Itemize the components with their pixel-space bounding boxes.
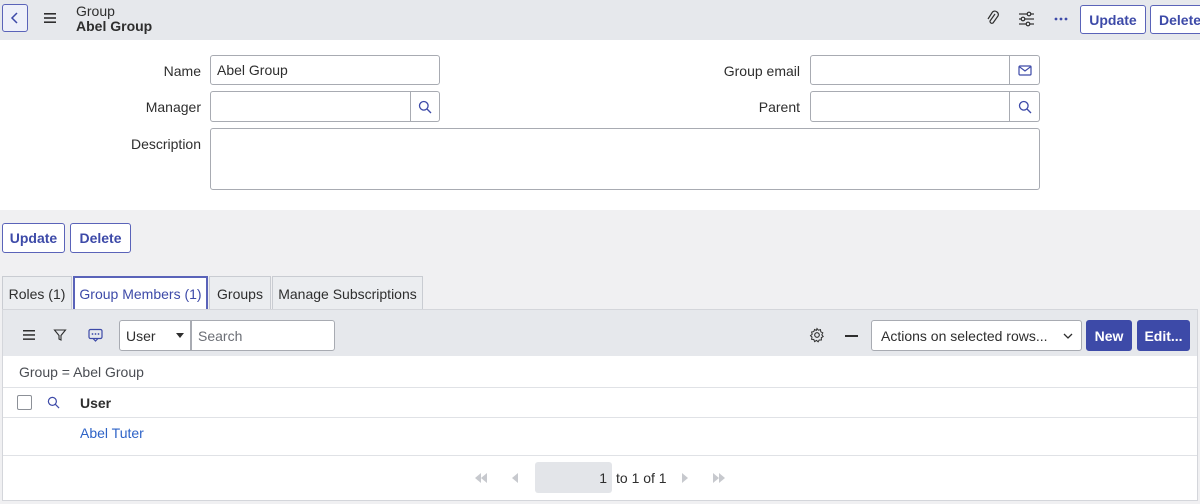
search-field-value: User [126,327,156,344]
personalize-form-icon[interactable] [1018,11,1035,27]
search-field-select[interactable]: User [119,320,191,351]
delete-button[interactable]: Delete [70,223,131,253]
new-button[interactable]: New [1086,320,1132,351]
list-menu-icon[interactable] [22,329,36,341]
chevron-left-icon [10,12,18,24]
back-button[interactable] [2,4,28,32]
paperclip-icon[interactable] [986,10,1000,28]
caret-down-icon [176,333,184,338]
first-page-icon[interactable] [475,473,487,483]
parent-field[interactable] [810,91,1010,122]
current-page-value: 1 [599,470,607,486]
group-email-field[interactable] [810,55,1010,85]
tab-manage-subscriptions[interactable]: Manage Subscriptions [272,276,423,310]
search-toggle-icon[interactable] [88,328,103,342]
list-search-input[interactable]: Search [191,320,335,351]
send-email-button[interactable] [1010,55,1040,85]
select-all-checkbox[interactable] [17,395,32,410]
tab-group-members[interactable]: Group Members (1) [73,276,208,310]
description-field[interactable] [210,128,1040,190]
header-update-button[interactable]: Update [1080,5,1146,34]
divider [3,455,1197,456]
name-label: Name [163,63,201,79]
user-link[interactable]: Abel Tuter [80,425,144,441]
chevron-down-icon [1063,333,1073,339]
tab-groups[interactable]: Groups [209,276,271,310]
gear-icon[interactable] [809,327,825,343]
list-breadcrumb[interactable]: Group = Abel Group [19,364,144,380]
last-page-icon[interactable] [713,473,725,483]
manager-label: Manager [145,99,201,115]
group-email-label: Group email [723,63,800,79]
more-options-icon[interactable] [1054,16,1068,22]
column-header-user[interactable]: User [80,395,111,411]
search-icon [418,100,432,113]
next-page-icon[interactable] [682,473,688,483]
previous-page-icon[interactable] [512,473,518,483]
actions-select-value: Actions on selected rows... [881,327,1048,344]
header-delete-button[interactable]: Delete [1150,5,1200,34]
envelope-icon [1017,64,1032,76]
description-label: Description [130,136,201,152]
pagination-range: to 1 of 1 [616,470,667,486]
divider [3,387,1197,388]
parent-label: Parent [758,99,800,115]
collapse-list-icon[interactable] [845,335,858,337]
record-title: Abel Group [76,18,153,34]
manager-field[interactable] [210,91,411,122]
menu-icon[interactable] [43,12,57,24]
column-search-icon[interactable] [47,396,60,409]
record-type-label: Group [76,3,115,19]
divider [3,417,1197,418]
actions-select[interactable]: Actions on selected rows... [871,320,1082,351]
filter-icon[interactable] [53,328,67,342]
manager-lookup-button[interactable] [411,91,440,122]
edit-button[interactable]: Edit... [1137,320,1190,351]
update-button[interactable]: Update [2,223,65,253]
name-field[interactable]: Abel Group [210,55,440,85]
page-number-input[interactable]: 1 [535,462,612,493]
parent-lookup-button[interactable] [1010,91,1040,122]
search-icon [1018,100,1031,113]
tab-roles[interactable]: Roles (1) [2,276,72,310]
